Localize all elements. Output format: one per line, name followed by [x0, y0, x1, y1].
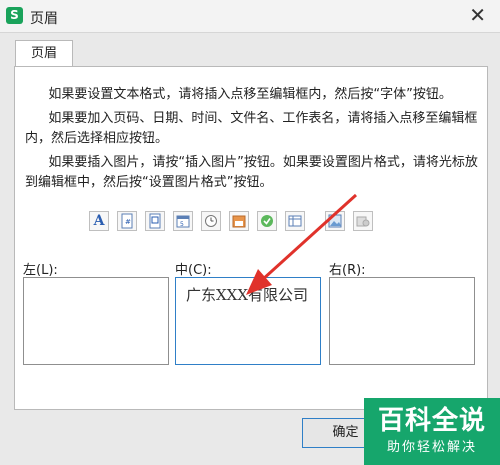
annotation-arrow-icon	[246, 193, 358, 295]
